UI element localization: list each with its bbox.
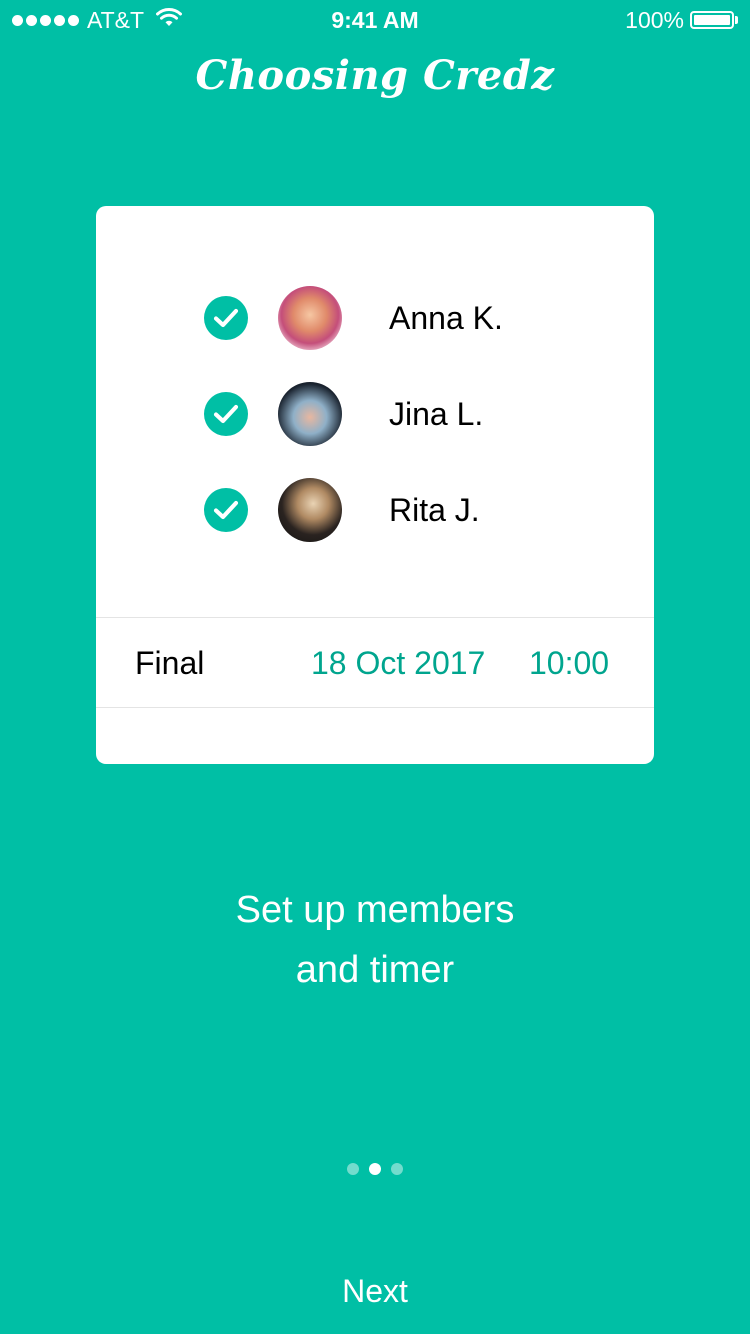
next-button[interactable]: Next (300, 1268, 450, 1314)
battery-percentage: 100% (625, 6, 684, 33)
page-dot[interactable] (391, 1163, 403, 1175)
member-name: Rita J. (389, 492, 480, 528)
onboarding-line-2: and timer (295, 949, 455, 991)
final-time[interactable]: 10:00 (529, 642, 609, 684)
member-row[interactable]: Rita J. (96, 478, 654, 542)
battery-icon (690, 11, 734, 29)
status-right: 100% (625, 6, 738, 33)
divider (96, 707, 654, 708)
divider (96, 617, 654, 618)
page-dot-active[interactable] (369, 1163, 381, 1175)
status-bar: AT&T 9:41 AM 100% (0, 0, 750, 40)
checkmark-icon[interactable] (204, 296, 248, 340)
battery-tip (735, 16, 738, 24)
member-name: Jina L. (389, 396, 484, 432)
member-row[interactable]: Jina L. (96, 382, 654, 446)
avatar (278, 286, 342, 350)
onboarding-description: Set up members and timer (0, 880, 750, 1000)
member-name: Anna K. (389, 300, 503, 336)
final-label: Final (135, 645, 205, 681)
avatar (278, 382, 342, 446)
members-card: Anna K. Jina L. Rita J. Final 18 Oct 201… (96, 206, 654, 764)
checkmark-icon[interactable] (204, 488, 248, 532)
checkmark-icon[interactable] (204, 392, 248, 436)
final-date[interactable]: 18 Oct 2017 (311, 642, 485, 684)
page-indicator[interactable] (0, 1163, 750, 1175)
onboarding-line-1: Set up members (235, 889, 515, 931)
member-row[interactable]: Anna K. (96, 286, 654, 350)
page-dot[interactable] (347, 1163, 359, 1175)
app-title: Choosing Credz (195, 52, 555, 99)
avatar (278, 478, 342, 542)
